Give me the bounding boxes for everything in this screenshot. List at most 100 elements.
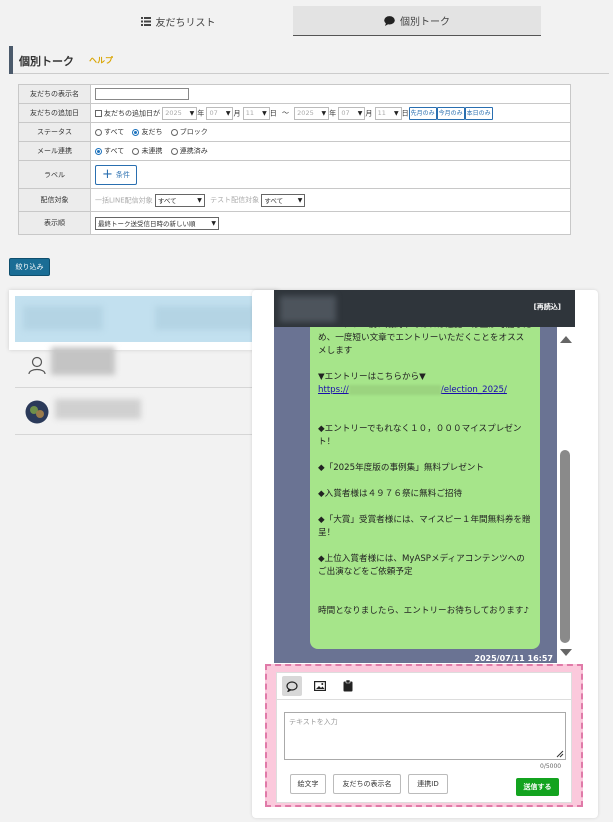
reload-button[interactable]: [再読込] — [534, 302, 561, 312]
year-unit: 年 — [329, 109, 337, 117]
radio-selected-icon — [132, 128, 140, 136]
chat-scrollbar[interactable] — [557, 327, 575, 663]
scroll-thumb[interactable] — [560, 450, 570, 643]
month-unit: 月 — [365, 109, 373, 117]
message-line — [318, 449, 532, 462]
tab-individual-talk[interactable]: 個別トーク — [293, 6, 541, 36]
radio-icon — [95, 128, 102, 136]
message-bubble: ※エントリー後、期間中であれば追記・修正が可能なため、一度短い文章でエントリーい… — [310, 327, 540, 649]
message-line: ※エントリー後、期間中であれば追記・修正が可能なため、一度短い文章でエントリーい… — [318, 327, 531, 356]
from-month-select[interactable]: 07 ▼ — [206, 106, 234, 120]
general-delivery-select[interactable]: すべて ▼ — [154, 193, 205, 207]
message-line — [318, 475, 532, 488]
test-delivery-label: テスト配信対象 — [210, 196, 260, 204]
chat-header: [再読込] — [274, 290, 575, 327]
add-condition-button[interactable]: + 条件 — [95, 164, 137, 185]
blurred-avatar — [23, 306, 103, 330]
insert-link-id-button[interactable]: 連携ID — [408, 774, 448, 794]
test-delivery-select[interactable]: すべて ▼ — [261, 193, 306, 207]
chevron-down-icon: ▼ — [357, 109, 363, 117]
radio-icon — [132, 147, 140, 155]
message-line — [318, 592, 532, 605]
avatar — [25, 400, 49, 424]
message-line — [318, 397, 532, 410]
general-delivery-label: 一括LINE配信対象 — [95, 196, 153, 204]
insert-display-name-button[interactable]: 友だちの表示名 — [333, 774, 401, 794]
radio-selected-icon — [95, 147, 102, 155]
send-button[interactable]: 送信する — [516, 778, 559, 796]
blurred-name — [55, 399, 141, 419]
page-header: 個別トーク ヘルプ — [9, 46, 609, 74]
radio-icon — [170, 147, 178, 155]
message-line: ▼エントリーはこちらから▼ — [318, 372, 426, 382]
friend-list-item[interactable] — [15, 389, 263, 435]
blurred-name — [51, 347, 115, 375]
help-link[interactable]: ヘルプ — [89, 55, 113, 66]
mail-radio-unlinked[interactable]: 未連携 — [132, 146, 162, 156]
status-radio-all[interactable]: すべて — [95, 127, 124, 137]
composer-toolbar — [276, 672, 572, 700]
message-line — [318, 358, 532, 371]
this-month-button[interactable]: 今月のみ — [436, 106, 465, 120]
resize-grip-icon[interactable] — [555, 749, 564, 758]
top-tabs: 友だちリスト 個別トーク — [0, 0, 613, 40]
chevron-down-icon: ▼ — [321, 109, 327, 117]
filter-label-tag: ラベル — [18, 160, 91, 189]
chat-bubble-icon — [384, 15, 395, 26]
last-month-button[interactable]: 先月のみ — [408, 106, 437, 120]
template-mode-button[interactable] — [338, 676, 358, 696]
friend-list-item[interactable] — [15, 296, 263, 342]
order-select[interactable]: 最終トーク送受信日時の新しい順 ▼ — [95, 216, 219, 230]
friend-list-item[interactable] — [15, 343, 263, 388]
char-counter: 0/5000 — [540, 763, 562, 770]
filter-label-add-date: 友だちの追加日 — [18, 103, 91, 123]
chevron-down-icon: ▼ — [211, 219, 216, 227]
filter-label-mail: メール連携 — [18, 141, 91, 161]
add-date-checkbox-label: 友だちの追加日が — [104, 109, 160, 117]
from-day-select[interactable]: 11 ▼ — [242, 106, 270, 120]
text-mode-button[interactable] — [282, 676, 302, 696]
mail-radio-linked[interactable]: 連携済み — [170, 146, 208, 156]
entry-link[interactable]: https:///election_2025/ — [318, 384, 532, 397]
message-line: 時間となりましたら、エントリーお待ちしております♪ — [318, 606, 529, 616]
plus-icon: + — [102, 167, 113, 182]
filter-label-order: 表示順 — [18, 211, 91, 235]
apply-filter-button[interactable]: 絞り込み — [9, 258, 50, 276]
chevron-down-icon: ▼ — [189, 109, 195, 117]
month-unit: 月 — [233, 109, 241, 117]
tab-label: 友だちリスト — [155, 17, 216, 29]
blurred-chat-user — [280, 296, 336, 322]
message-line — [318, 410, 532, 423]
to-day-select[interactable]: 11 ▼ — [374, 106, 402, 120]
scroll-up-icon[interactable] — [560, 336, 572, 343]
filter-table: 友だちの表示名 友だちの追加日 友だちの追加日が 2025 ▼ 年 07 ▼ 月 11 ▼… — [18, 84, 571, 235]
emoji-button[interactable]: 絵文字 — [290, 774, 326, 794]
filter-label-status: ステータス — [18, 122, 91, 142]
tab-friend-list[interactable]: 友だちリスト — [68, 6, 288, 36]
to-month-select[interactable]: 07 ▼ — [338, 106, 366, 120]
message-line: ◆入賞者様は４９７６祭に無料ご招待 — [318, 489, 463, 499]
to-year-select[interactable]: 2025 ▼ — [294, 106, 330, 120]
scroll-down-icon[interactable] — [560, 649, 572, 656]
image-mode-button[interactable] — [310, 676, 330, 696]
status-radio-friend[interactable]: 友だち — [132, 127, 162, 137]
clipboard-icon — [343, 680, 353, 692]
mail-radio-all[interactable]: すべて — [95, 146, 124, 156]
message-line: ◆エントリーでもれなく１０，０００マイスプレゼント！ — [318, 424, 522, 447]
display-name-input[interactable] — [95, 88, 189, 100]
day-unit: 日 — [401, 109, 409, 117]
status-radio-block[interactable]: ブロック — [170, 127, 208, 137]
message-line: ◆「大賞」受賞者様には、マイスピー１年間無料券を贈呈！ — [318, 515, 531, 538]
message-textarea[interactable]: テキストを入力 — [284, 712, 566, 760]
header-accent-bar — [9, 46, 13, 74]
blurred-name — [155, 306, 255, 330]
add-date-checkbox[interactable] — [95, 109, 102, 117]
chat-messages[interactable]: ※エントリー後、期間中であれば追記・修正が可能なため、一度短い文章でエントリーい… — [274, 327, 557, 663]
radio-icon — [170, 128, 178, 136]
filter-label-display-name: 友だちの表示名 — [18, 84, 91, 104]
speech-bubble-icon — [286, 680, 298, 692]
today-button[interactable]: 本日のみ — [464, 106, 493, 120]
day-unit: 日 — [269, 109, 277, 117]
filter-label-delivery: 配信対象 — [18, 188, 91, 212]
from-year-select[interactable]: 2025 ▼ — [162, 106, 198, 120]
